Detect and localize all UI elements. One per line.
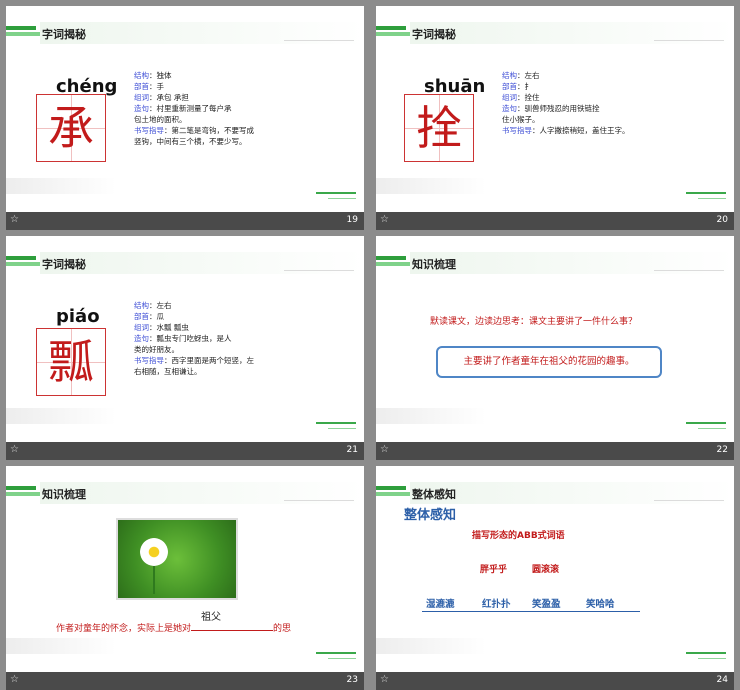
divider [284,40,354,41]
abb-word: 笑盈盈 [532,599,561,610]
page-number: 20 [716,215,728,225]
page-number: 22 [716,445,728,455]
corner-line [316,192,356,194]
slide-24[interactable]: 整体感知 整体感知 描写形态的ABB式词语 胖乎乎 圆滚滚 湿漉漉 红扑扑 笑盈… [376,466,734,674]
abb-word: 湿漉漉 [426,599,455,610]
answer-box: 主要讲了作者童年在祖父的花园的趣事。 [436,346,662,378]
corner-line [686,422,726,424]
abb-word: 笑哈哈 [586,599,615,610]
slide-title: 字词揭秘 [42,258,86,271]
star-icon[interactable]: ☆ [380,214,389,225]
page-number: 21 [346,445,358,455]
divider [654,500,724,501]
corner-line [686,652,726,654]
star-icon[interactable]: ☆ [10,674,19,685]
character: 瓢 [48,335,94,389]
slide-footer: ☆ 21 [6,442,364,460]
slide-footer: ☆ 22 [376,442,734,460]
section-heading: 整体感知 [404,508,457,523]
slide-title: 知识梳理 [412,258,456,271]
daisy-image [116,518,238,600]
corner-line [686,192,726,194]
character-box: 瓢 [36,328,106,396]
character-box: 拴 [404,94,474,162]
slide-title: 整体感知 [412,488,456,501]
page-number: 23 [346,675,358,685]
corner-decoration [6,638,116,654]
slide-23[interactable]: 知识梳理 作者对童年的怀念，实际上是她对祖父的思念。 [6,466,364,674]
corner-line [316,652,356,654]
slide-footer: ☆ 20 [376,212,734,230]
star-icon[interactable]: ☆ [10,214,19,225]
slide-footer: ☆ 24 [376,672,734,690]
character: 拴 [416,101,462,155]
corner-decoration [6,178,116,194]
corner-line [328,198,356,199]
corner-line [698,198,726,199]
page-number: 24 [716,675,728,685]
underline [422,611,640,612]
divider [654,270,724,271]
character-box: 承 [36,94,106,162]
corner-decoration [376,408,486,424]
char-info: 结构：左右 部首：瓜 组词：水瓢 瓢虫 造句：瓢虫专门吃蚜虫，是人 类的好朋友。… [134,301,254,376]
page-number: 19 [346,215,358,225]
divider [284,270,354,271]
char-info: 结构：左右 部首：扌 组词：拴住 造句：驯兽师残忍的用铁链拴 住小猴子。 书写指… [502,71,630,135]
star-icon[interactable]: ☆ [380,444,389,455]
fill-answer: 祖父 [201,612,222,623]
divider [654,40,724,41]
corner-line [698,428,726,429]
corner-line [698,658,726,659]
slide-footer: ☆ 19 [6,212,364,230]
slide-title: 字词揭秘 [42,28,86,41]
question-text: 默读课文，边读边思考：课文主要讲了一件什么事？ [430,317,638,327]
pinyin: piáo [56,306,100,327]
section-subtitle: 描写形态的ABB式词语 [472,531,565,541]
abb-word: 胖乎乎 [480,565,508,575]
slide-21[interactable]: 字词揭秘 piáo 瓢 结构：左右 部首：瓜 组词：水瓢 瓢虫 造句：瓢虫专门吃… [6,236,364,444]
slide-19[interactable]: 字词揭秘 chéng 承 结构：独体 部首：手 组词：承包 承担 造句：村里重新… [6,6,364,214]
corner-decoration [376,638,486,654]
char-info: 结构：独体 部首：手 组词：承包 承担 造句：村里重新测量了每户承 包土地的面积… [134,71,254,146]
divider [284,500,354,501]
corner-decoration [6,408,116,424]
slide-22[interactable]: 知识梳理 默读课文，边读边思考：课文主要讲了一件什么事？ 主要讲了作者童年在祖父… [376,236,734,444]
corner-line [316,422,356,424]
star-icon[interactable]: ☆ [10,444,19,455]
corner-line [328,658,356,659]
corner-decoration [376,178,486,194]
slide-title: 字词揭秘 [412,28,456,41]
abb-word: 圆滚滚 [532,565,560,575]
corner-line [328,428,356,429]
slide-title: 知识梳理 [42,488,86,501]
character: 承 [48,101,94,155]
abb-word: 红扑扑 [482,599,511,610]
slide-footer: ☆ 23 [6,672,364,690]
slide-20[interactable]: 字词揭秘 shuān 拴 结构：左右 部首：扌 组词：拴住 造句：驯兽师残忍的用… [376,6,734,214]
star-icon[interactable]: ☆ [380,674,389,685]
